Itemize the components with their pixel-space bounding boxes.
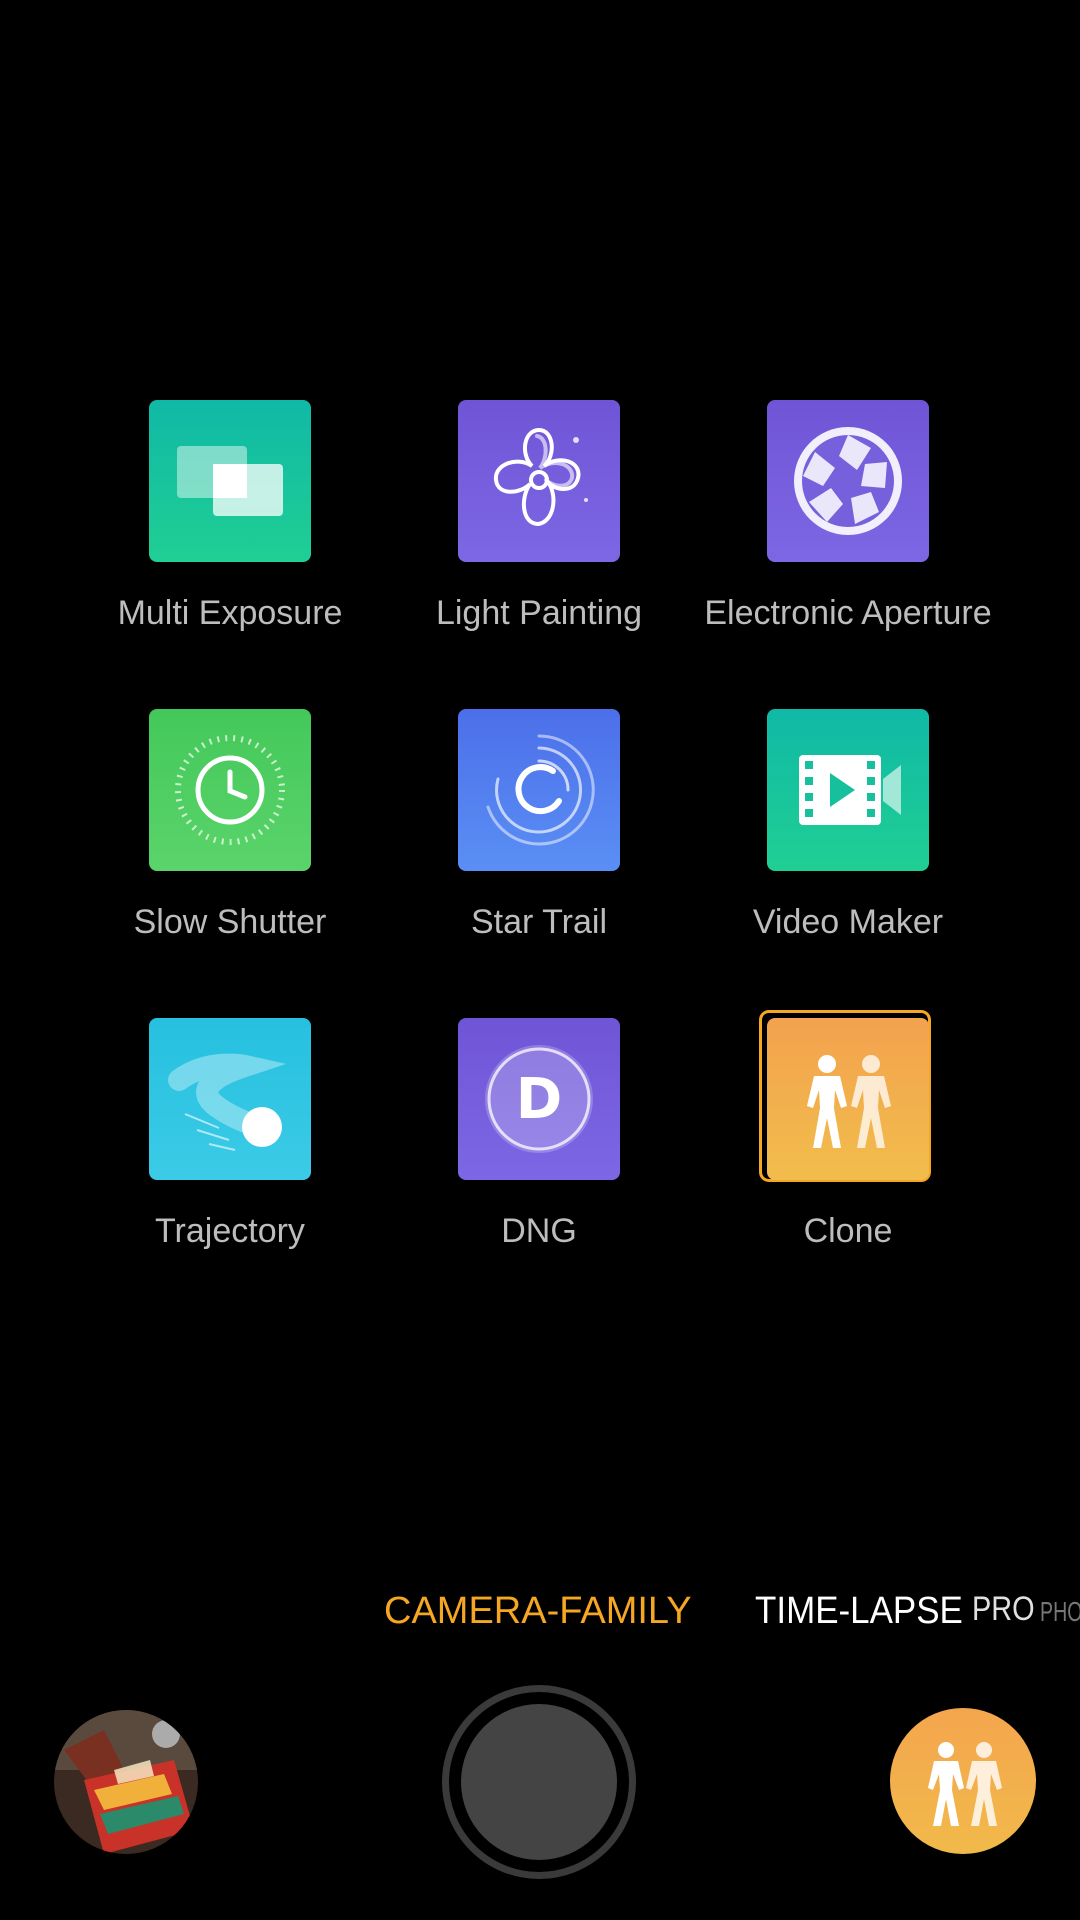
star-trail-icon (458, 709, 620, 871)
mode-label: Clone (803, 1212, 893, 1250)
camera-mode-bar: CAMERA-FAMILY TIME-LAPSE PRO PHOTO (0, 1590, 1080, 1646)
mode-label: Video Maker (752, 903, 944, 941)
tab-photo[interactable]: PHOTO (1040, 1596, 1080, 1628)
light-painting-icon (458, 400, 620, 562)
mode-video-maker[interactable]: Video Maker (687, 709, 987, 969)
dng-icon-letter: D (516, 1067, 562, 1132)
multi-exposure-icon (149, 400, 311, 562)
mode-trajectory[interactable]: Trajectory (69, 1018, 369, 1278)
mode-slow-shutter[interactable]: Slow Shutter (69, 709, 369, 969)
video-maker-icon (767, 709, 929, 871)
shutter-button[interactable] (442, 1685, 636, 1879)
electronic-aperture-icon (767, 400, 929, 562)
clone-mode-icon (928, 1742, 1002, 1826)
tab-time-lapse[interactable]: TIME-LAPSE (755, 1590, 963, 1633)
gallery-thumbnail[interactable] (54, 1710, 198, 1854)
clone-icon (767, 1018, 929, 1180)
mode-clone[interactable]: Clone (687, 1010, 987, 1278)
shutter-inner (461, 1704, 617, 1860)
mode-multi-exposure[interactable]: Multi Exposure (69, 400, 369, 660)
mode-dng[interactable]: D DNG (378, 1018, 678, 1278)
mode-light-painting[interactable]: Light Painting (378, 400, 678, 660)
trajectory-icon (149, 1018, 311, 1180)
slow-shutter-icon (149, 709, 311, 871)
mode-electronic-aperture[interactable]: Electronic Aperture (687, 400, 992, 660)
mode-label: Electronic Aperture (704, 594, 992, 632)
mode-star-trail[interactable]: Star Trail (378, 709, 678, 969)
tab-pro[interactable]: PRO (972, 1590, 1035, 1629)
current-mode-button[interactable] (890, 1708, 1036, 1854)
dng-icon: D (458, 1018, 620, 1180)
tab-camera-family[interactable]: CAMERA-FAMILY (384, 1590, 692, 1633)
